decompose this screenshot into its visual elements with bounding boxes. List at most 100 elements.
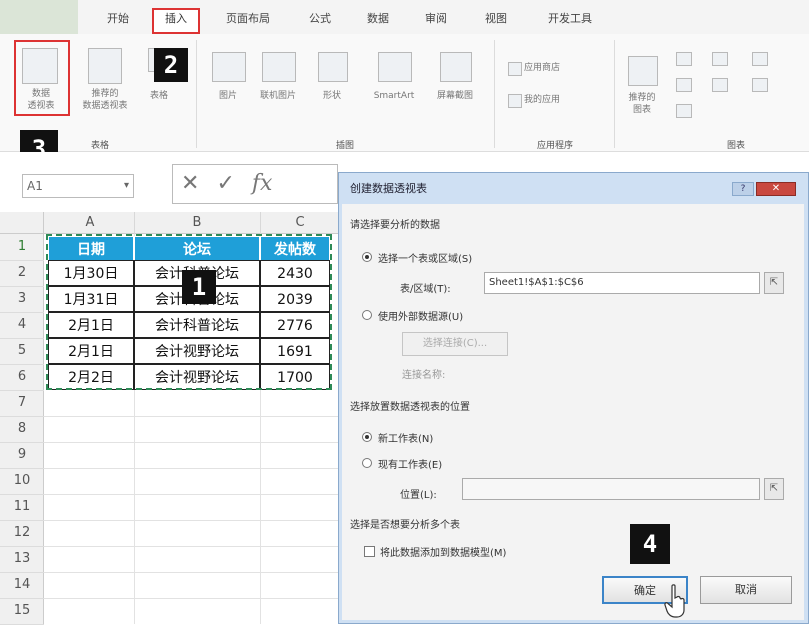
store-icon xyxy=(508,62,522,76)
area-chart-icon[interactable] xyxy=(712,78,728,92)
location-collapse-button[interactable]: ⇱ xyxy=(764,478,784,500)
cancel-button[interactable]: 取消 xyxy=(700,576,792,604)
recommended-charts-icon xyxy=(628,56,658,86)
row-header[interactable]: 3 xyxy=(0,286,44,313)
column-header-b[interactable]: B xyxy=(134,212,261,234)
radio-existing-sheet[interactable] xyxy=(362,458,372,468)
smartart-button[interactable]: SmartArt xyxy=(362,90,426,102)
recommended-charts-button[interactable]: 推荐的 图表 xyxy=(620,92,664,116)
tab-formulas[interactable]: 公式 xyxy=(302,10,338,28)
range-collapse-button[interactable]: ⇱ xyxy=(764,272,784,294)
hand-cursor-icon xyxy=(664,584,685,618)
fx-icon[interactable]: fx xyxy=(252,171,273,196)
close-button[interactable]: ✕ xyxy=(756,182,796,196)
group-label-charts: 图表 xyxy=(726,141,745,151)
row-header[interactable]: 4 xyxy=(0,312,44,339)
radio-label-external-source[interactable]: 使用外部数据源(U) xyxy=(378,308,463,323)
shapes-icon xyxy=(318,52,348,82)
copy-marquee xyxy=(46,234,332,390)
step-badge-4: 4 xyxy=(630,524,670,564)
scatter-chart-icon[interactable] xyxy=(752,78,768,92)
select-all-corner[interactable] xyxy=(0,212,44,234)
row-header[interactable]: 15 xyxy=(0,598,44,625)
gridline xyxy=(44,442,340,443)
radio-label-new-sheet[interactable]: 新工作表(N) xyxy=(378,430,433,445)
section-label-location: 选择放置数据透视表的位置 xyxy=(350,402,470,413)
tab-page-layout[interactable]: 页面布局 xyxy=(220,10,276,28)
tab-file[interactable] xyxy=(0,0,78,34)
add-to-data-model-label[interactable]: 将此数据添加到数据模型(M) xyxy=(380,544,506,559)
gridline xyxy=(44,598,340,599)
step3-highlight xyxy=(14,40,70,116)
pictures-icon xyxy=(212,52,246,82)
step-badge-2: 2 xyxy=(154,48,188,82)
row-header[interactable]: 7 xyxy=(0,390,44,417)
radio-new-sheet[interactable] xyxy=(362,432,372,442)
bar-chart-icon[interactable] xyxy=(676,78,692,92)
row-header[interactable]: 5 xyxy=(0,338,44,365)
range-label: 表/区域(T): xyxy=(400,284,451,295)
column-header-a[interactable]: A xyxy=(46,212,135,234)
my-apps-button[interactable]: 我的应用 xyxy=(524,94,584,106)
row-header[interactable]: 1 xyxy=(0,234,44,261)
help-button[interactable]: ? xyxy=(732,182,754,196)
radio-select-range[interactable] xyxy=(362,252,372,262)
row-header[interactable]: 13 xyxy=(0,546,44,573)
gridline xyxy=(44,416,340,417)
location-label: 位置(L): xyxy=(400,490,437,501)
online-pictures-button[interactable]: 联机图片 xyxy=(252,90,304,102)
check-icon[interactable]: ✓ xyxy=(216,171,234,196)
screenshot-button[interactable]: 屏幕截图 xyxy=(428,90,482,102)
shapes-button[interactable]: 形状 xyxy=(310,90,354,102)
row-header[interactable]: 12 xyxy=(0,520,44,547)
ribbon-separator xyxy=(196,40,197,148)
section-label-multi: 选择是否想要分析多个表 xyxy=(350,520,460,531)
my-apps-icon xyxy=(508,94,522,108)
tab-data[interactable]: 数据 xyxy=(360,10,396,28)
other-chart-icon[interactable] xyxy=(676,104,692,118)
row-header[interactable]: 8 xyxy=(0,416,44,443)
pictures-button[interactable]: 图片 xyxy=(206,90,250,102)
row-header[interactable]: 10 xyxy=(0,468,44,495)
pie-chart-icon[interactable] xyxy=(752,52,768,66)
dialog-title: 创建数据透视表 xyxy=(350,182,427,195)
row-header[interactable]: 14 xyxy=(0,572,44,599)
gridline xyxy=(44,546,340,547)
group-label-illustrations: 插图 xyxy=(335,141,354,151)
tab-developer[interactable]: 开发工具 xyxy=(540,10,600,28)
radio-label-select-range[interactable]: 选择一个表或区域(S) xyxy=(378,250,472,265)
screenshot-icon xyxy=(440,52,472,82)
gridline xyxy=(44,494,340,495)
row-header[interactable]: 6 xyxy=(0,364,44,391)
name-box[interactable]: A1 xyxy=(22,174,134,198)
column-header-bar: A B C xyxy=(24,212,341,234)
tab-review[interactable]: 审阅 xyxy=(418,10,454,28)
choose-connection-button[interactable]: 选择连接(C)... xyxy=(402,332,508,356)
gridline xyxy=(44,520,340,521)
tab-home[interactable]: 开始 xyxy=(98,10,138,28)
row-header-bar: 1 2 3 4 5 6 7 8 9 10 11 12 13 14 15 xyxy=(0,234,44,625)
radio-external-source[interactable] xyxy=(362,310,372,320)
row-header[interactable]: 9 xyxy=(0,442,44,469)
connection-name-label: 连接名称: xyxy=(402,370,446,381)
ribbon-separator xyxy=(494,40,495,148)
chevron-down-icon[interactable]: ▾ xyxy=(124,180,129,191)
range-input[interactable]: Sheet1!$A$1:$C$6 xyxy=(484,272,760,294)
cancel-icon[interactable]: ✕ xyxy=(181,171,199,196)
ribbon-separator xyxy=(614,40,615,148)
recommended-pivot-button[interactable]: 推荐的 数据透视表 xyxy=(72,88,138,112)
radio-label-existing-sheet[interactable]: 现有工作表(E) xyxy=(378,456,442,471)
smartart-icon xyxy=(378,52,412,82)
row-header[interactable]: 11 xyxy=(0,494,44,521)
row-header[interactable]: 2 xyxy=(0,260,44,287)
location-input[interactable] xyxy=(462,478,760,500)
column-chart-icon[interactable] xyxy=(676,52,692,66)
app-store-button[interactable]: 应用商店 xyxy=(524,62,584,74)
online-pictures-icon xyxy=(262,52,296,82)
table-button[interactable]: 表格 xyxy=(140,90,178,102)
line-chart-icon[interactable] xyxy=(712,52,728,66)
tab-view[interactable]: 视图 xyxy=(478,10,514,28)
column-header-c[interactable]: C xyxy=(260,212,341,234)
add-to-data-model-checkbox[interactable] xyxy=(364,546,375,557)
tab-insert[interactable]: 插入 xyxy=(152,8,200,34)
